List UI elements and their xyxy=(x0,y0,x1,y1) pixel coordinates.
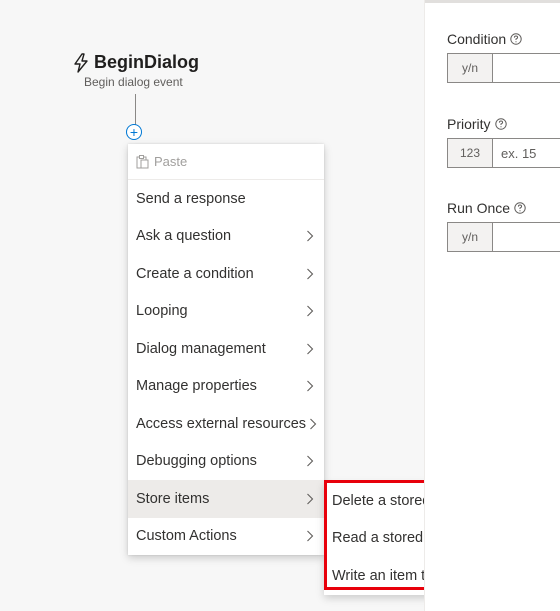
priority-field: Priority 123 xyxy=(447,116,560,168)
run-once-input-row: y/n xyxy=(447,222,560,252)
properties-panel: Condition y/n Priority 123 ex. 15 Run On… xyxy=(424,0,560,611)
menu-item-label: Store items xyxy=(136,490,210,507)
menu-item-label: Dialog management xyxy=(136,340,266,357)
chevron-right-icon xyxy=(307,493,314,505)
run-once-label-row: Run Once xyxy=(447,200,560,216)
menu-item-ask-a-question[interactable]: Ask a question xyxy=(128,218,324,256)
priority-label-row: Priority xyxy=(447,116,560,132)
menu-item-label: Access external resources xyxy=(136,415,307,432)
menu-item-custom-actions[interactable]: Custom Actions xyxy=(128,518,324,556)
menu-item-send-a-response[interactable]: Send a response xyxy=(128,180,324,218)
type-chip-boolean[interactable]: y/n xyxy=(447,222,493,252)
chevron-right-icon xyxy=(307,380,314,392)
chevron-right-icon xyxy=(307,230,314,242)
menu-item-looping[interactable]: Looping xyxy=(128,293,324,331)
chevron-right-icon xyxy=(307,268,314,280)
menu-item-label: Create a condition xyxy=(136,265,254,282)
menu-item-paste: Paste xyxy=(128,144,324,180)
menu-item-label: Paste xyxy=(154,154,188,169)
menu-item-access-external-resources[interactable]: Access external resources xyxy=(128,405,324,443)
info-icon[interactable] xyxy=(494,118,507,130)
condition-input-row: y/n xyxy=(447,53,560,83)
priority-input[interactable] xyxy=(493,138,560,168)
add-action-menu: Paste Send a response Ask a question Cre… xyxy=(128,144,324,555)
chevron-right-icon xyxy=(310,418,317,430)
menu-item-label: Custom Actions xyxy=(136,528,237,545)
trigger-subtitle: Begin dialog event xyxy=(84,75,183,89)
condition-field: Condition y/n xyxy=(447,31,560,83)
flow-canvas[interactable]: BeginDialog Begin dialog event + Paste S… xyxy=(0,0,512,611)
plus-icon: + xyxy=(129,124,139,140)
menu-item-label: Ask a question xyxy=(136,228,232,245)
trigger-title: BeginDialog xyxy=(94,52,200,72)
menu-item-create-a-condition[interactable]: Create a condition xyxy=(128,255,324,293)
priority-input-row: 123 xyxy=(447,138,560,168)
info-icon[interactable] xyxy=(510,33,522,45)
menu-item-label: Debugging options xyxy=(136,453,257,470)
menu-item-label: Looping xyxy=(136,303,188,320)
menu-item-label: Send a response xyxy=(136,190,246,207)
trigger-title-row: BeginDialog xyxy=(72,52,212,73)
menu-item-manage-properties[interactable]: Manage properties xyxy=(128,368,324,406)
run-once-label: Run Once xyxy=(447,200,511,216)
condition-label-row: Condition xyxy=(447,31,560,47)
type-chip-number[interactable]: 123 xyxy=(447,138,493,168)
chevron-right-icon xyxy=(307,455,314,467)
menu-item-dialog-management[interactable]: Dialog management xyxy=(128,330,324,368)
menu-item-debugging-options[interactable]: Debugging options xyxy=(128,443,324,481)
chevron-right-icon xyxy=(307,305,314,317)
trigger-node[interactable]: BeginDialog Begin dialog event xyxy=(72,52,212,89)
paste-icon xyxy=(136,154,149,168)
menu-item-label: Manage properties xyxy=(136,378,257,395)
panel-divider xyxy=(425,0,560,3)
lightning-icon xyxy=(74,52,88,73)
menu-item-store-items[interactable]: Store items xyxy=(128,480,324,518)
connector-line xyxy=(135,94,136,126)
condition-label: Condition xyxy=(447,31,507,47)
add-action-button[interactable]: + xyxy=(126,124,142,140)
priority-label: Priority xyxy=(447,116,491,132)
type-chip-boolean[interactable]: y/n xyxy=(447,53,493,83)
run-once-input[interactable] xyxy=(493,222,560,252)
chevron-right-icon xyxy=(307,530,314,542)
chevron-right-icon xyxy=(307,343,314,355)
info-icon[interactable] xyxy=(514,202,526,214)
run-once-field: Run Once y/n xyxy=(447,200,560,252)
condition-input[interactable] xyxy=(493,53,560,83)
